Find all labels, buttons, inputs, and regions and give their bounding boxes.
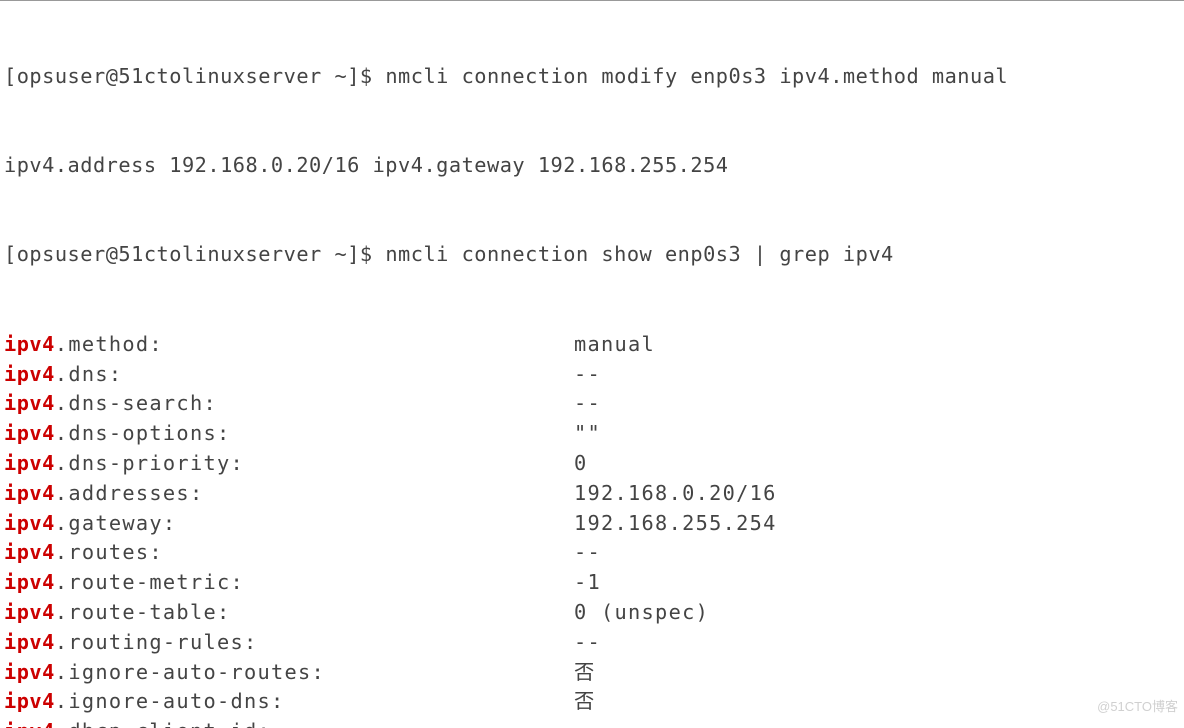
grep-match: ipv4 [4,719,55,728]
output-row: ipv4.route-table: 0 (unspec) [4,598,1180,628]
property-value: 0 [574,449,588,479]
property-value: manual [574,330,655,360]
command-line-1-wrap: ipv4.address 192.168.0.20/16 ipv4.gatewa… [4,151,1180,181]
property-name: .routing-rules: [55,630,258,654]
property-name: .dns: [55,362,123,386]
property-name: .ignore-auto-routes: [55,660,325,684]
grep-match: ipv4 [4,451,55,475]
property-value: -- [574,360,601,390]
property-name: .route-metric: [55,570,244,594]
property-name: .ignore-auto-dns: [55,689,285,713]
prompt-user-host: opsuser@51ctolinuxserver ~]$ [17,242,386,266]
output-row: ipv4.gateway: 192.168.255.254 [4,509,1180,539]
property-name: .routes: [55,540,163,564]
output-row: ipv4.ignore-auto-routes: 否 [4,658,1180,688]
output-row: ipv4.route-metric: -1 [4,568,1180,598]
grep-match: ipv4 [4,630,55,654]
prompt-user-host: opsuser@51ctolinuxserver ~]$ [17,64,386,88]
grep-match: ipv4 [4,600,55,624]
output-row: ipv4.routes: -- [4,538,1180,568]
property-value: -- [574,389,601,419]
property-name: .dns-search: [55,391,217,415]
property-name: .dns-priority: [55,451,244,475]
prompt-bracket: [ [4,242,17,266]
output-row: ipv4.dhcp-client-id: -- [4,717,1180,728]
output-row: ipv4.routing-rules: -- [4,628,1180,658]
grep-match: ipv4 [4,391,55,415]
property-value: -1 [574,568,601,598]
command-line-1: [opsuser@51ctolinuxserver ~]$ nmcli conn… [4,62,1180,92]
property-value: -- [574,628,601,658]
property-name: .dhcp-client-id: [55,719,271,728]
property-name: .gateway: [55,511,177,535]
grep-match: ipv4 [4,540,55,564]
property-value: 0 (unspec) [574,598,709,628]
property-name: .route-table: [55,600,231,624]
command-text: ipv4.address 192.168.0.20/16 ipv4.gatewa… [4,153,729,177]
property-name: .dns-options: [55,421,231,445]
terminal-output[interactable]: [opsuser@51ctolinuxserver ~]$ nmcli conn… [0,0,1184,728]
command-line-2: [opsuser@51ctolinuxserver ~]$ nmcli conn… [4,240,1180,270]
output-row: ipv4.method: manual [4,330,1180,360]
grep-match: ipv4 [4,421,55,445]
watermark: @51CTO博客 [1097,692,1178,722]
property-value: -- [574,538,601,568]
grep-match: ipv4 [4,660,55,684]
grep-match: ipv4 [4,511,55,535]
property-value: "" [574,419,601,449]
grep-match: ipv4 [4,689,55,713]
output-row: ipv4.ignore-auto-dns: 否 [4,687,1180,717]
command-text: nmcli connection show enp0s3 | grep ipv4 [385,242,893,266]
property-name: .addresses: [55,481,204,505]
command-text: nmcli connection modify enp0s3 ipv4.meth… [385,64,1008,88]
output-row: ipv4.dns: -- [4,360,1180,390]
output-row: ipv4.dns-priority: 0 [4,449,1180,479]
output-row: ipv4.addresses: 192.168.0.20/16 [4,479,1180,509]
property-name: .method: [55,332,163,356]
output-row: ipv4.dns-options: "" [4,419,1180,449]
property-value: 192.168.255.254 [574,509,777,539]
output-row: ipv4.dns-search: -- [4,389,1180,419]
property-value: 否 [574,658,596,688]
grep-match: ipv4 [4,481,55,505]
property-value: 否 [574,687,596,717]
grep-match: ipv4 [4,332,55,356]
grep-match: ipv4 [4,362,55,386]
grep-match: ipv4 [4,570,55,594]
property-value: 192.168.0.20/16 [574,479,777,509]
property-value: -- [574,717,601,728]
prompt-bracket: [ [4,64,17,88]
